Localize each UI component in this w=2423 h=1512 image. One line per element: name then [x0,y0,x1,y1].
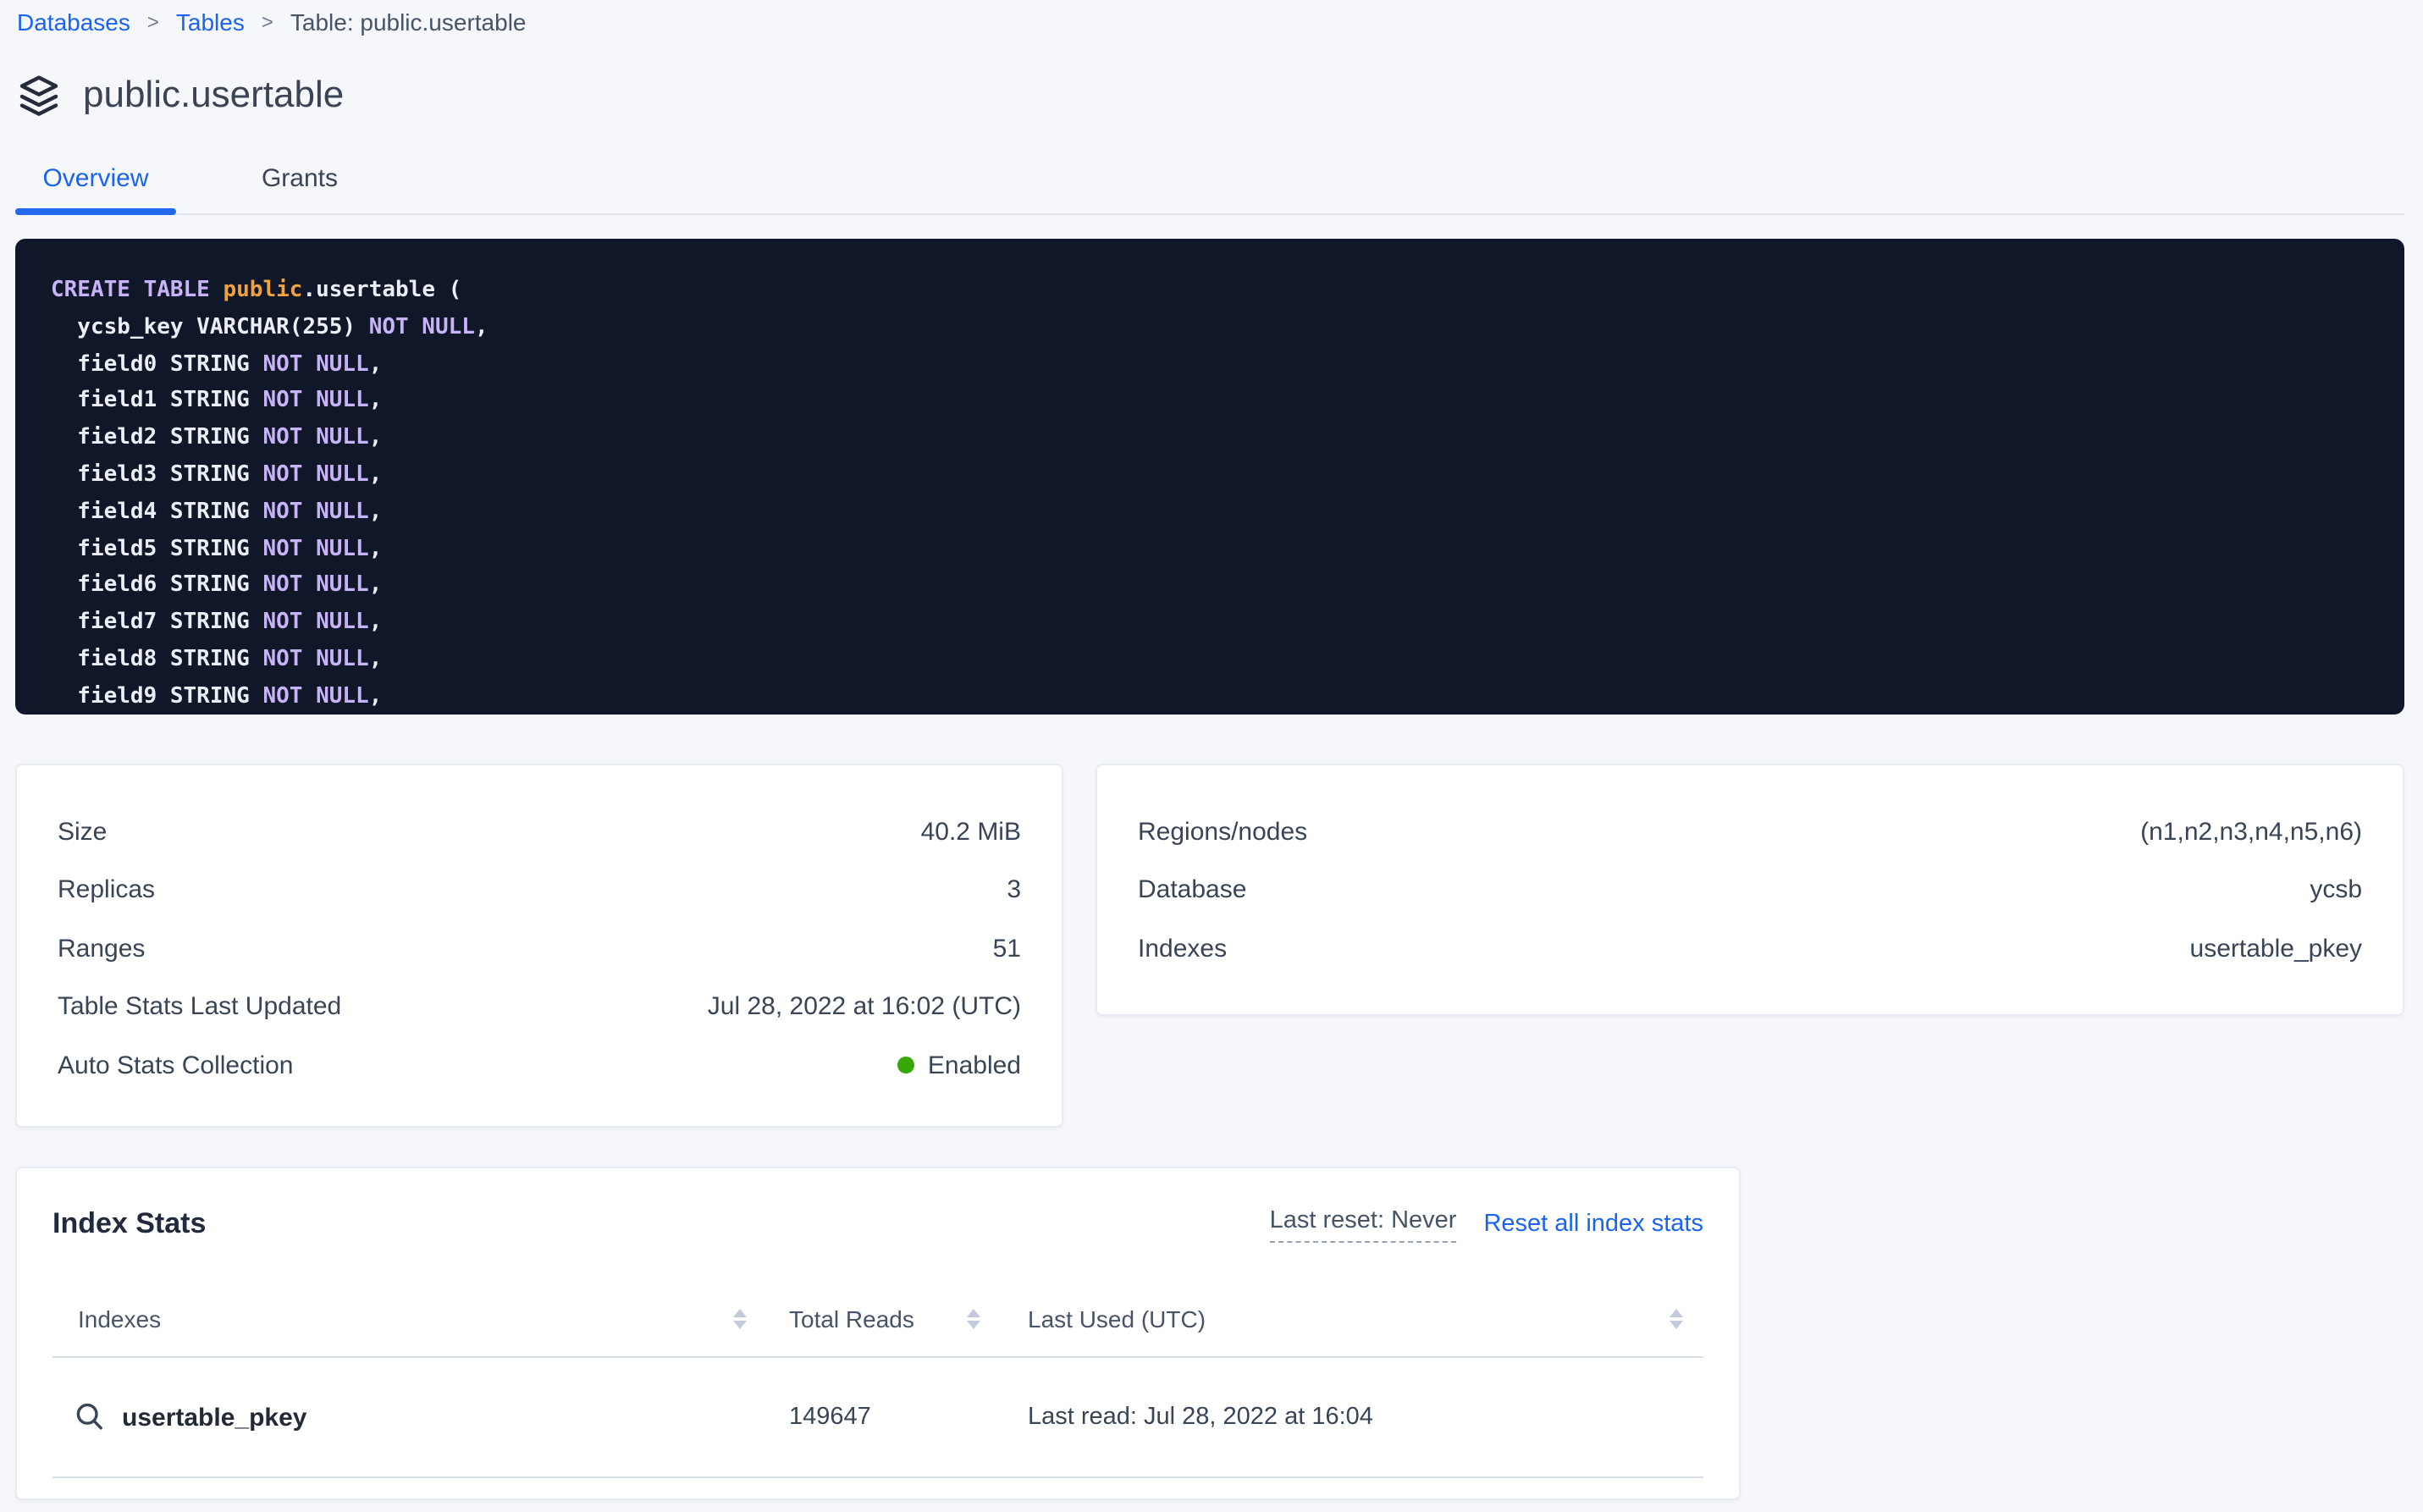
tab-grants-label: Grants [262,163,338,192]
stat-row-regions-nodes: Regions/nodes (n1,n2,n3,n4,n5,n6) [1138,803,2362,861]
column-header-indexes[interactable]: Indexes [52,1305,764,1333]
chevron-right-icon: > [147,10,159,34]
table-stats-section: Size 40.2 MiB Replicas 3 Ranges 51 Table… [15,764,2404,1128]
sql-line: field6 STRING NOT NULL, [51,568,2364,605]
stat-label: Replicas [58,876,155,905]
breadcrumb: Databases > Tables > Table: public.usert… [17,8,527,36]
stat-label: Regions/nodes [1138,818,1307,847]
reset-index-stats-link[interactable]: Reset all index stats [1483,1211,1703,1238]
index-name-cell: usertable_pkey [52,1402,764,1432]
stat-row-ranges: Ranges 51 [58,919,1021,978]
breadcrumb-current: Table: public.usertable [290,8,527,36]
stat-value: 51 [993,935,1021,963]
column-header-total-reads[interactable]: Total Reads [764,1305,997,1333]
index-stats-card: Index Stats Last reset: Never Reset all … [15,1167,1741,1500]
tab-overview[interactable]: Overview [15,142,176,213]
chevron-right-icon: > [262,10,273,34]
stat-value: usertable_pkey [2190,935,2362,963]
stat-row-stats-updated: Table Stats Last Updated Jul 28, 2022 at… [58,978,1021,1036]
last-reset-label: Last reset: Never [1270,1206,1457,1242]
breadcrumb-link-databases[interactable]: Databases [17,8,130,36]
stat-row-database: Database ycsb [1138,861,2362,919]
page-header: public.usertable [17,68,344,122]
stat-label: Database [1138,876,1246,905]
index-name-link[interactable]: usertable_pkey [122,1403,306,1432]
index-stats-header: Index Stats Last reset: Never Reset all … [52,1204,1703,1244]
create-table-statement: CREATE TABLE public.usertable ( ycsb_key… [15,239,2404,715]
index-stats-actions: Last reset: Never Reset all index stats [1270,1206,1703,1242]
table-stats-card: Size 40.2 MiB Replicas 3 Ranges 51 Table… [15,764,1063,1128]
sql-line: field1 STRING NOT NULL, [51,384,2364,421]
stat-value: 40.2 MiB [921,818,1021,847]
tab-overview-label: Overview [42,163,148,192]
sort-icon [733,1309,747,1330]
tab-grants[interactable]: Grants [224,142,376,213]
index-stats-heading: Index Stats [52,1207,206,1241]
table-meta-card: Regions/nodes (n1,n2,n3,n4,n5,n6) Databa… [1096,764,2404,1016]
stat-row-replicas: Replicas 3 [58,861,1021,919]
index-stats-table: Indexes Total Reads Last Used (UTC) [52,1282,1703,1478]
sql-line: field5 STRING NOT NULL, [51,531,2364,568]
column-label: Total Reads [789,1305,914,1333]
stat-value: (n1,n2,n3,n4,n5,n6) [2140,818,2362,847]
page-title: public.usertable [83,73,344,117]
status-dot-green [897,1057,914,1074]
stat-label: Indexes [1138,935,1227,963]
stat-label: Table Stats Last Updated [58,993,341,1022]
stat-value: Jul 28, 2022 at 16:02 (UTC) [708,993,1021,1022]
sql-line: field4 STRING NOT NULL, [51,494,2364,532]
sort-icon [967,1309,980,1330]
last-used-value: Last read: Jul 28, 2022 at 16:04 [997,1404,1703,1431]
stat-value: 3 [1007,876,1021,905]
search-icon [75,1402,105,1432]
stat-label: Size [58,818,107,847]
breadcrumb-link-tables[interactable]: Tables [176,8,245,36]
total-reads-value: 149647 [764,1404,997,1431]
stat-label: Ranges [58,935,145,963]
index-table-row: usertable_pkey 149647 Last read: Jul 28,… [52,1358,1703,1478]
stat-row-indexes: Indexes usertable_pkey [1138,919,2362,978]
tab-bar: Overview Grants [15,142,2404,215]
sql-line: CREATE TABLE public.usertable ( [51,273,2364,310]
column-label: Indexes [78,1305,161,1333]
sort-icon [1670,1309,1683,1330]
table-details-page: Databases > Tables > Table: public.usert… [0,0,2423,1512]
screenshot-viewport: Databases > Tables > Table: public.usert… [0,0,2423,1512]
sql-line: field0 STRING NOT NULL, [51,346,2364,384]
stat-label: Auto Stats Collection [58,1051,294,1080]
sql-line: field7 STRING NOT NULL, [51,604,2364,642]
sql-line: field8 STRING NOT NULL, [51,642,2364,679]
sql-line: field2 STRING NOT NULL, [51,420,2364,457]
index-table-header-row: Indexes Total Reads Last Used (UTC) [52,1282,1703,1358]
sql-line: ycsb_key VARCHAR(255) NOT NULL, [51,310,2364,347]
sql-line: field3 STRING NOT NULL, [51,457,2364,494]
stat-row-auto-stats: Auto Stats Collection Enabled [58,1036,1021,1095]
sql-line: field9 STRING NOT NULL, [51,679,2364,715]
column-header-last-used[interactable]: Last Used (UTC) [997,1305,1703,1333]
status-text: Enabled [928,1051,1021,1080]
stack-icon [17,73,61,117]
stat-value: Enabled [897,1051,1021,1080]
column-label: Last Used (UTC) [1028,1305,1206,1333]
stat-row-size: Size 40.2 MiB [58,803,1021,861]
active-tab-underline [15,208,176,215]
stat-value: ycsb [2310,876,2362,905]
